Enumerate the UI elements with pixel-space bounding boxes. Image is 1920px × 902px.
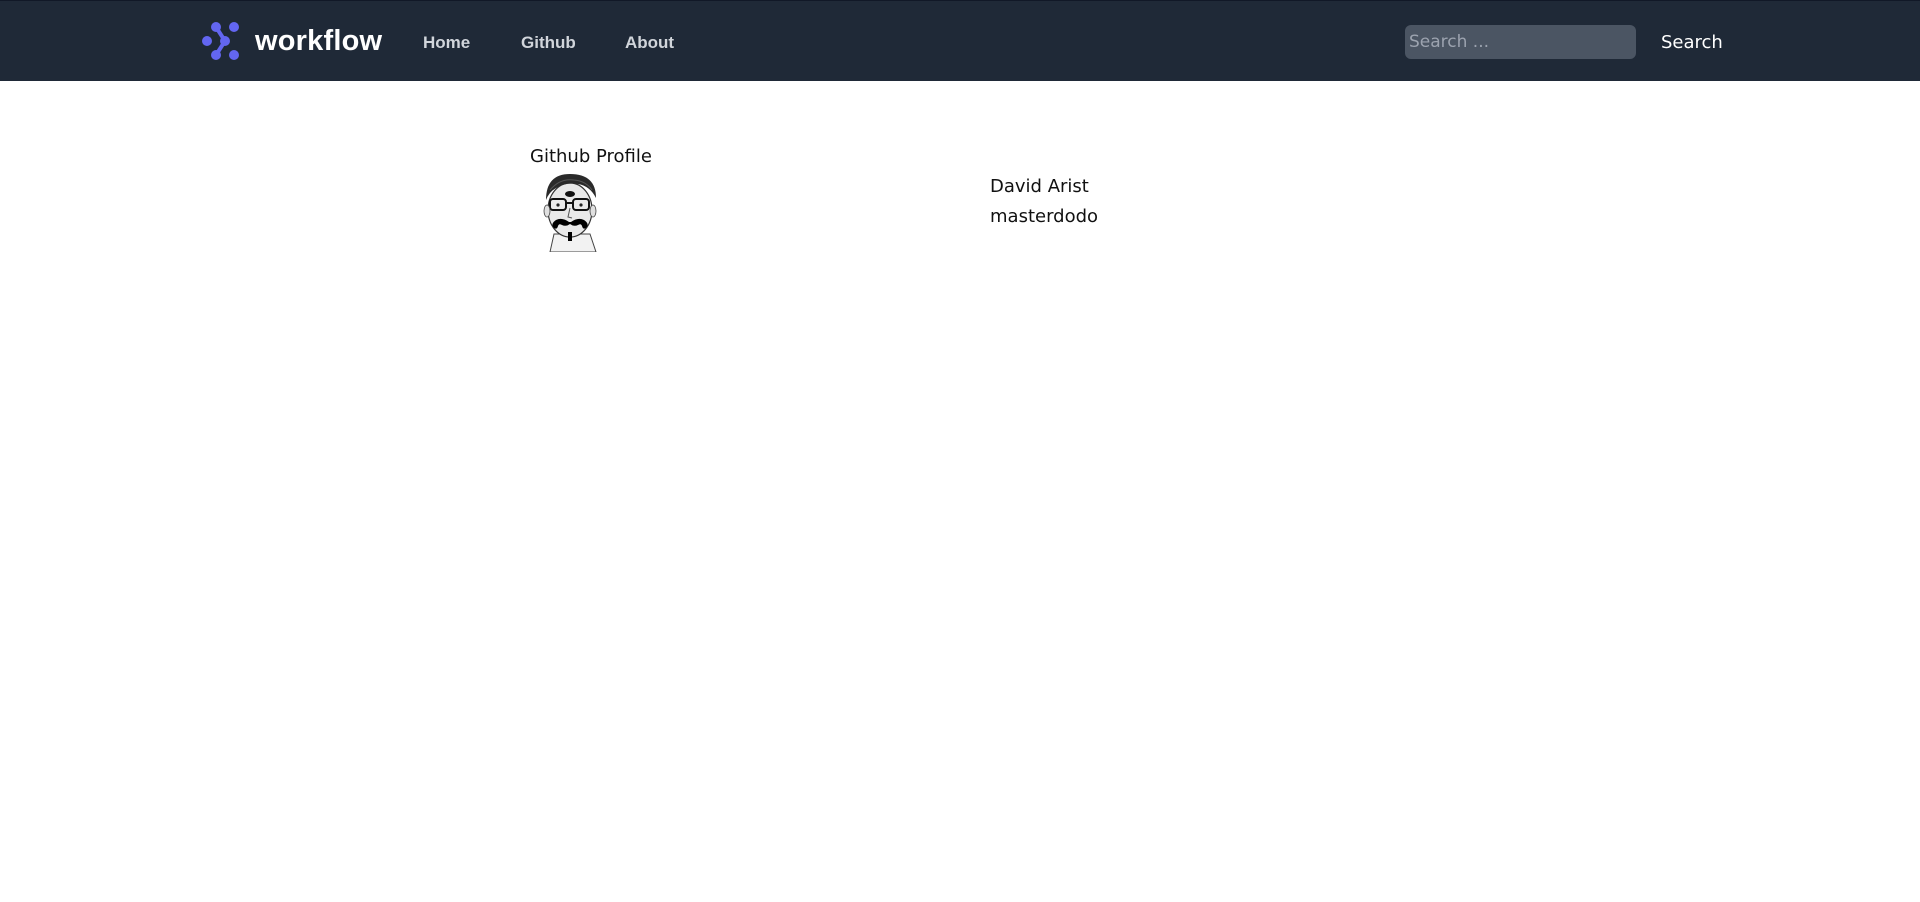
avatar <box>532 170 612 252</box>
search-input[interactable] <box>1405 25 1636 59</box>
search-button[interactable]: Search <box>1661 31 1723 55</box>
nav-link-home[interactable]: Home <box>423 32 470 54</box>
nav-link-github[interactable]: Github <box>521 32 576 54</box>
brand-name: workflow <box>255 24 383 57</box>
top-navbar: workflow Home Github About Search <box>0 0 1920 81</box>
brand-home-link[interactable]: workflow <box>201 20 382 62</box>
profile-name: David Arist <box>990 176 1089 197</box>
avatar-sketch-portrait <box>543 174 597 252</box>
profile-heading: Github Profile <box>530 146 652 167</box>
workflow-logo-icon <box>202 22 239 60</box>
profile-username: masterdodo <box>990 206 1099 227</box>
nav-link-about[interactable]: About <box>625 32 674 54</box>
